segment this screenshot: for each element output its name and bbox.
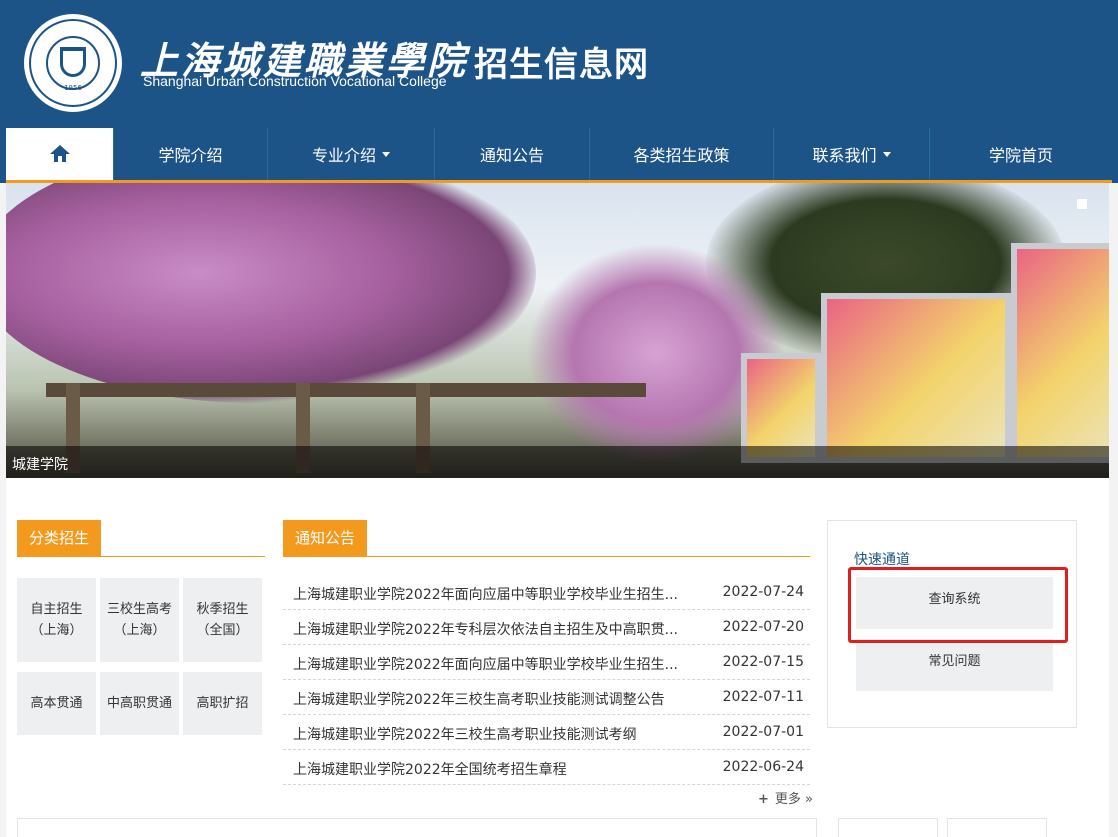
notice-item[interactable]: 上海城建职业学院2022年面向应届中等职业学校毕业生招生... 2022-07-… [283,575,810,610]
nav-item-majors[interactable]: 专业介绍 [268,128,435,180]
notice-title: 上海城建职业学院2022年面向应届中等职业学校毕业生招生... [293,657,678,673]
category-self-enroll[interactable]: 自主招生 （上海） [17,578,96,662]
category-three-school[interactable]: 三校生高考 （上海） [100,578,179,662]
notice-date: 2022-07-24 [722,584,804,600]
category-expansion[interactable]: 高职扩招 [183,672,262,735]
notice-item[interactable]: 上海城建职业学院2022年全国统考招生章程 2022-06-24 [283,750,810,785]
notice-item[interactable]: 上海城建职业学院2022年专科层次依法自主招生及中高职贯... 2022-07-… [283,610,810,645]
notice-date: 2022-06-24 [722,759,804,775]
nav-item-label: 通知公告 [479,146,544,165]
slider-dot[interactable] [1077,199,1087,209]
nav-item-label: 联系我们 [812,146,877,165]
nav-home[interactable] [6,128,114,180]
quick-access-title: 快速通道 [854,552,910,568]
banner-caption: 城建学院 [12,457,68,473]
nav-item-label: 学院介绍 [158,146,223,165]
notice-date: 2022-07-11 [722,689,804,705]
plus-icon: + [758,792,769,807]
nav-bar: 学院介绍 专业介绍 通知公告 各类招生政策 联系我们 学院首页 [6,128,1112,183]
more-link[interactable]: + 更多 » [758,788,813,807]
notice-title: 上海城建职业学院2022年专科层次依法自主招生及中高职贯... [293,622,678,638]
main-nav: 学院介绍 专业介绍 通知公告 各类招生政策 联系我们 学院首页 [0,128,1118,183]
caret-down-icon [882,151,891,157]
category-high-to-bachelor[interactable]: 高本贯通 [17,672,96,735]
college-logo[interactable]: 1956 [24,14,122,112]
nav-item-college-home[interactable]: 学院首页 [930,128,1112,180]
banner-caption-bar: 城建学院 [6,446,1109,478]
college-name-en: Shanghai Urban Construction Vocational C… [143,73,447,89]
notice-date: 2022-07-15 [722,654,804,670]
logo-shield-icon [60,47,86,77]
quick-access-panel: 快速通道 查询系统 常见问题 [827,520,1077,728]
banner-pergola [46,383,646,397]
site-title: 招生信息网 [474,45,649,85]
banner-display-board [1011,243,1109,463]
notice-item[interactable]: 上海城建职业学院2022年面向应届中等职业学校毕业生招生... 2022-07-… [283,645,810,680]
main-content: 分类招生 自主招生 （上海） 三校生高考 （上海） 秋季招生 （全国） 高本贯通 中高… [6,478,1109,837]
notice-item[interactable]: 上海城建职业学院2022年三校生高考职业技能测试调整公告 2022-07-11 [283,680,810,715]
category-secondary-to-higher[interactable]: 中高职贯通 [100,672,179,735]
nav-item-contact[interactable]: 联系我们 [774,128,930,180]
nav-item-policies[interactable]: 各类招生政策 [590,128,774,180]
notice-section-header: 通知公告 [283,520,810,557]
notice-title: 上海城建职业学院2022年面向应届中等职业学校毕业生招生... [293,587,678,603]
highlight-box [848,567,1068,643]
notice-title: 上海城建职业学院2022年三校生高考职业技能测试考纲 [293,727,637,743]
notice-item[interactable]: 上海城建职业学院2022年三校生高考职业技能测试考纲 2022-07-01 [283,715,810,750]
banner-wisteria-left [6,183,536,403]
notice-date: 2022-07-20 [722,619,804,635]
faq-button[interactable]: 常见问题 [856,639,1053,691]
banner-display-board [821,293,1011,463]
notice-section-title[interactable]: 通知公告 [283,520,368,556]
category-section-header: 分类招生 [17,520,265,557]
caret-down-icon [382,151,390,157]
notice-title: 上海城建职业学院2022年全国统考招生章程 [293,762,567,778]
logo-year: 1956 [64,84,82,92]
nav-item-about[interactable]: 学院介绍 [114,128,268,180]
nav-item-notices[interactable]: 通知公告 [435,128,590,180]
site-header: 1956 上海城建職業學院 Shanghai Urban Constructio… [0,0,1118,128]
notice-date: 2022-07-01 [722,724,804,740]
nav-item-label: 学院首页 [988,146,1053,165]
category-section-title[interactable]: 分类招生 [17,520,102,556]
nav-item-label: 专业介绍 [311,146,376,165]
lower-box [838,818,938,837]
nav-item-label: 各类招生政策 [633,146,730,165]
lower-section-edge [17,818,817,837]
more-label: 更多 » [774,792,813,807]
lower-box [947,818,1047,837]
home-icon [49,145,70,163]
hero-banner[interactable]: 城建学院 [6,183,1109,478]
category-autumn[interactable]: 秋季招生 （全国） [183,578,262,662]
notice-title: 上海城建职业学院2022年三校生高考职业技能测试调整公告 [293,692,665,708]
